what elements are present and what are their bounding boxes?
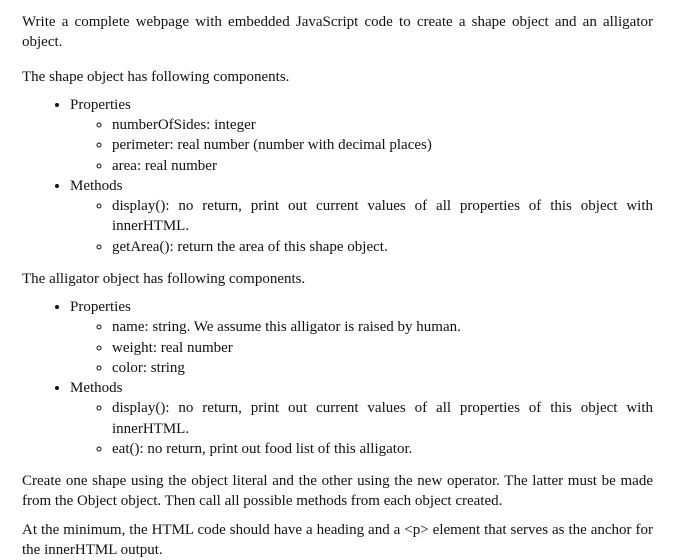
- list-item: getArea(): return the area of this shape…: [112, 237, 653, 257]
- shape-properties-item: Properties numberOfSides: integer perime…: [70, 95, 653, 176]
- minimum-paragraph: At the minimum, the HTML code should hav…: [22, 520, 653, 560]
- list-item: weight: real number: [112, 338, 653, 358]
- alligator-properties-label: Properties: [70, 299, 131, 315]
- list-item: perimeter: real number (number with deci…: [112, 135, 653, 155]
- alligator-lead: The alligator object has following compo…: [22, 269, 653, 289]
- alligator-methods-label: Methods: [70, 380, 123, 396]
- alligator-list: Properties name: string. We assume this …: [22, 297, 653, 459]
- list-item: eat(): no return, print out food list of…: [112, 439, 653, 459]
- shape-methods-sublist: display(): no return, print out current …: [70, 196, 653, 257]
- list-item: display(): no return, print out current …: [112, 196, 653, 237]
- list-item: name: string. We assume this alligator i…: [112, 317, 653, 337]
- alligator-properties-item: Properties name: string. We assume this …: [70, 297, 653, 378]
- alligator-methods-item: Methods display(): no return, print out …: [70, 378, 653, 459]
- create-paragraph: Create one shape using the object litera…: [22, 471, 653, 512]
- list-item: color: string: [112, 358, 653, 378]
- alligator-methods-sublist: display(): no return, print out current …: [70, 398, 653, 459]
- shape-methods-item: Methods display(): no return, print out …: [70, 176, 653, 257]
- alligator-properties-sublist: name: string. We assume this alligator i…: [70, 317, 653, 378]
- shape-properties-sublist: numberOfSides: integer perimeter: real n…: [70, 115, 653, 176]
- list-item: area: real number: [112, 156, 653, 176]
- shape-list: Properties numberOfSides: integer perime…: [22, 95, 653, 257]
- list-item: display(): no return, print out current …: [112, 398, 653, 439]
- intro-paragraph: Write a complete webpage with embedded J…: [22, 12, 653, 53]
- shape-properties-label: Properties: [70, 97, 131, 113]
- shape-methods-label: Methods: [70, 178, 123, 194]
- shape-lead: The shape object has following component…: [22, 67, 653, 87]
- list-item: numberOfSides: integer: [112, 115, 653, 135]
